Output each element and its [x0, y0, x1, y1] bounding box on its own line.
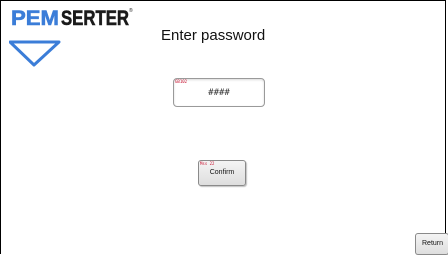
pemserter-logo: PEM SERTER ®	[9, 7, 133, 67]
logo-triangle-mark	[9, 40, 61, 67]
confirm-button[interactable]: Mss 22 Confirm	[198, 160, 246, 186]
logo-text-pem: PEM	[11, 7, 59, 30]
password-input[interactable]: GB102 ####	[173, 78, 265, 107]
confirm-button-tag: Mss 22	[200, 161, 215, 166]
password-input-tag: GB102	[175, 79, 188, 84]
page-title: Enter password	[161, 27, 266, 44]
logo-text-serter: SERTER	[61, 7, 129, 30]
password-screen: PEM SERTER ® Enter password GB102 #### M…	[0, 0, 448, 255]
confirm-button-label: Confirm	[209, 169, 235, 176]
logo-registered-mark: ®	[129, 7, 133, 14]
return-button[interactable]: Return	[415, 233, 448, 255]
password-input-value: ####	[208, 88, 230, 98]
return-button-label: Return	[422, 240, 444, 247]
